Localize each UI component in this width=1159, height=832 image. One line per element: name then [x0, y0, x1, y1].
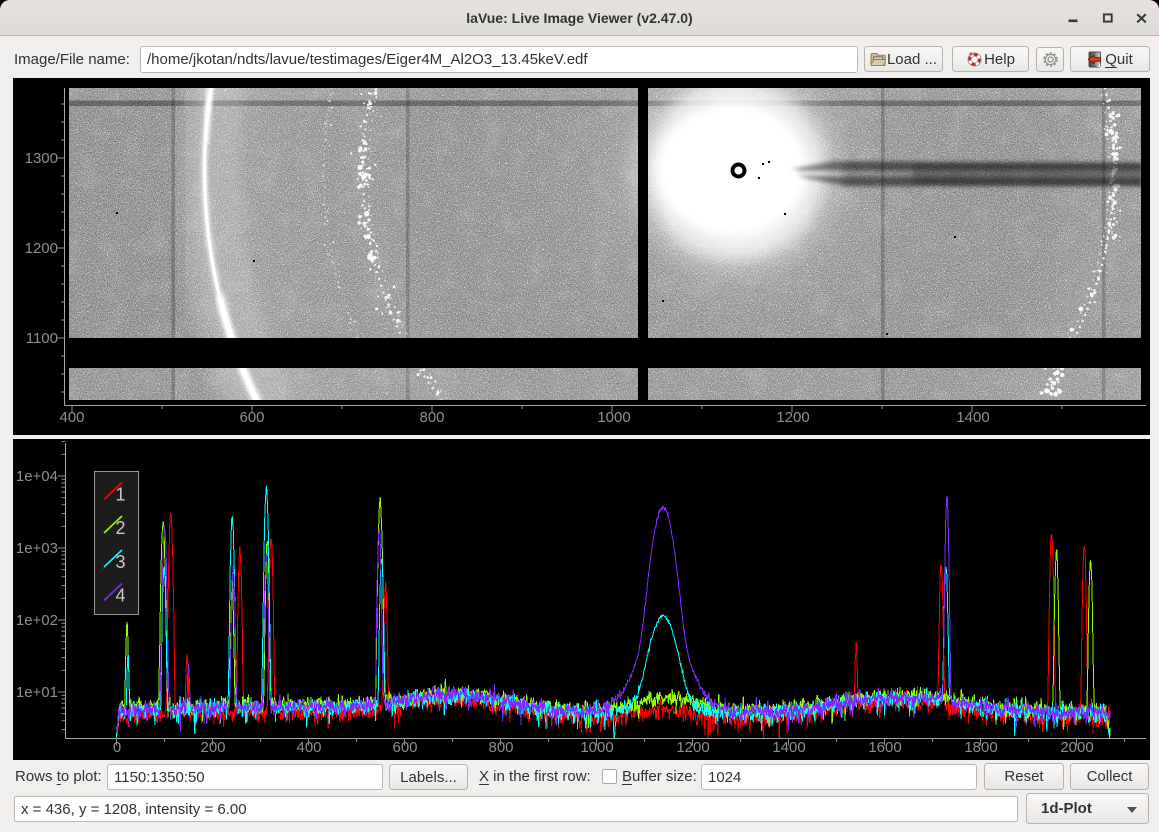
svg-text:0: 0 — [113, 739, 121, 756]
svg-text:1200: 1200 — [676, 739, 709, 756]
svg-text:1200: 1200 — [25, 240, 58, 257]
svg-text:1e+02: 1e+02 — [16, 612, 58, 629]
svg-text:1: 1 — [116, 485, 126, 505]
svg-text:1600: 1600 — [868, 739, 901, 756]
svg-text:400: 400 — [296, 739, 321, 756]
svg-text:1000: 1000 — [597, 409, 630, 426]
svg-text:1800: 1800 — [964, 739, 997, 756]
svg-text:2: 2 — [116, 518, 126, 538]
svg-text:3: 3 — [116, 552, 126, 572]
svg-text:2000: 2000 — [1060, 739, 1093, 756]
svg-text:1e+01: 1e+01 — [16, 684, 58, 701]
svg-text:800: 800 — [419, 409, 444, 426]
svg-text:1400: 1400 — [772, 739, 805, 756]
svg-text:1400: 1400 — [956, 409, 989, 426]
svg-text:1300: 1300 — [25, 150, 58, 167]
svg-text:1e+03: 1e+03 — [16, 540, 58, 557]
svg-text:200: 200 — [200, 739, 225, 756]
svg-text:600: 600 — [392, 739, 417, 756]
svg-text:1e+04: 1e+04 — [16, 468, 58, 485]
svg-text:1100: 1100 — [26, 330, 58, 347]
svg-text:400: 400 — [59, 409, 84, 426]
svg-text:1200: 1200 — [776, 409, 809, 426]
svg-text:800: 800 — [488, 739, 513, 756]
svg-text:1000: 1000 — [580, 739, 613, 756]
svg-text:4: 4 — [116, 586, 126, 606]
svg-text:600: 600 — [239, 409, 264, 426]
